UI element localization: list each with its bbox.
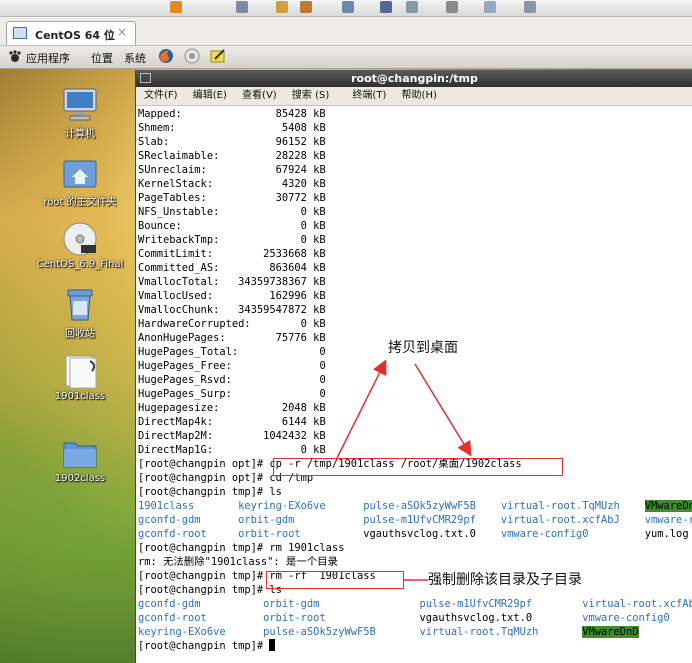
arrow-to-copy-note — [336, 359, 387, 459]
annotation-arrows — [336, 359, 472, 581]
arrow-to-cp-dest — [414, 363, 472, 457]
